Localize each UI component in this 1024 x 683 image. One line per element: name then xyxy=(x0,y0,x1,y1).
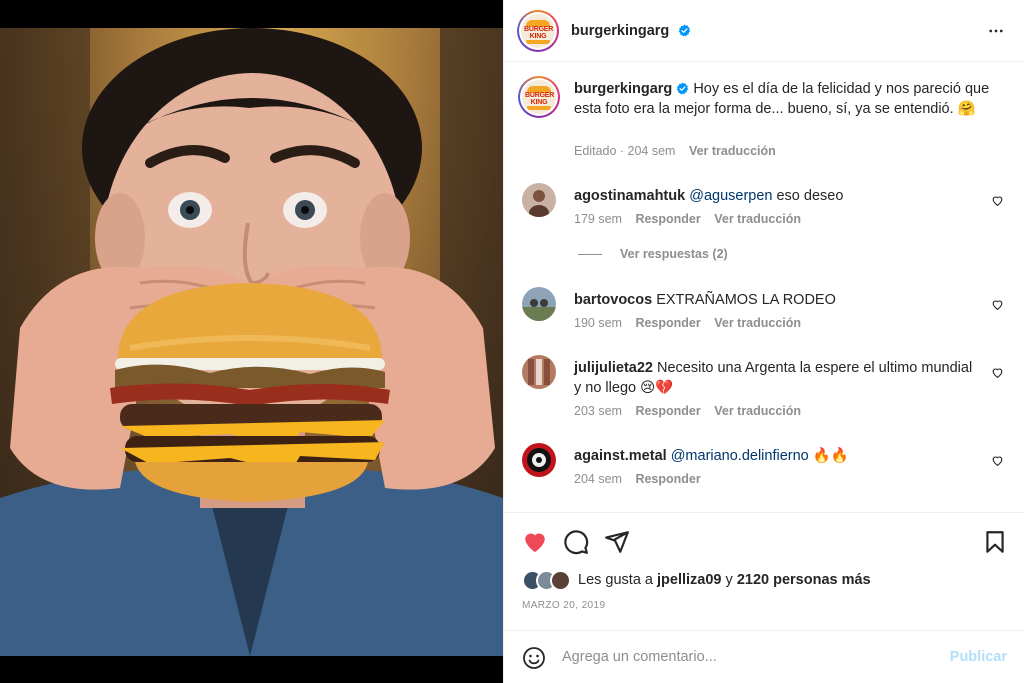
comment-meta: 204 sem Responder xyxy=(574,472,711,486)
photo-scene xyxy=(0,28,503,656)
caption-username[interactable]: burgerkingarg xyxy=(574,81,672,97)
comment-username[interactable]: against.metal xyxy=(574,448,667,464)
comment-item: julijulieta22 Necesito una Argenta la es… xyxy=(518,355,1018,420)
publish-button[interactable]: Publicar xyxy=(950,649,1007,665)
likes-text: Les gusta a jpelliza09 y 2120 personas m… xyxy=(578,572,871,588)
post-date[interactable]: MARZO 20, 2019 xyxy=(522,600,605,611)
paper-plane-icon[interactable] xyxy=(604,529,630,555)
caption-meta: Editado · 204 sem Ver traducción xyxy=(574,144,776,158)
comment-translate-link[interactable]: Ver traducción xyxy=(714,316,801,330)
comment-age[interactable]: 179 sem xyxy=(574,212,622,226)
replies-divider xyxy=(578,254,602,256)
caption-text-block: burgerkingarg Hoy es el día de la felici… xyxy=(574,80,994,119)
caption-edited: Editado xyxy=(574,144,617,158)
comment-body: julijulieta22 Necesito una Argenta la es… xyxy=(574,359,974,398)
caption-age[interactable]: 204 sem xyxy=(628,144,676,158)
comment-text: eso deseo xyxy=(772,188,844,204)
comment-age[interactable]: 204 sem xyxy=(574,472,622,486)
view-replies-label: Ver respuestas (2) xyxy=(620,247,728,261)
comment-reply-button[interactable]: Responder xyxy=(635,316,700,330)
comment-input[interactable] xyxy=(562,645,932,669)
post-header: BURGER KING burgerkingarg xyxy=(504,0,1024,62)
comment-body: against.metal @mariano.delinfierno 🔥🔥 xyxy=(574,447,974,467)
comment-item: bartovocos EXTRAÑAMOS LA RODEO 190 sem R… xyxy=(518,287,1018,337)
caption-author-avatar[interactable]: BURGER KING xyxy=(518,76,560,118)
comment-username[interactable]: bartovocos xyxy=(574,292,652,308)
comment-item: against.metal @mariano.delinfierno 🔥🔥 20… xyxy=(518,443,1018,493)
liker-avatar xyxy=(550,570,571,591)
view-replies-button[interactable]: Ver respuestas (2) xyxy=(578,247,728,261)
comment-username[interactable]: julijulieta22 xyxy=(574,360,653,376)
emoji-smile-icon[interactable] xyxy=(522,646,546,670)
comment-mention[interactable]: @mariano.delinfierno xyxy=(671,448,809,464)
comment-avatar[interactable] xyxy=(522,443,556,477)
author-username[interactable]: burgerkingarg xyxy=(571,23,669,39)
heart-outline-icon[interactable] xyxy=(991,298,1004,311)
comment-mention[interactable]: @aguserpen xyxy=(689,188,772,204)
comment-avatar[interactable] xyxy=(522,287,556,321)
comment-meta: 179 sem Responder Ver traducción xyxy=(574,212,811,226)
comment-item: agostinamahtuk @aguserpen eso deseo 179 … xyxy=(518,183,1018,233)
comment-meta: 190 sem Responder Ver traducción xyxy=(574,316,811,330)
man-eating-burger-illustration xyxy=(0,28,503,656)
verified-badge-icon xyxy=(677,82,689,95)
comment-meta: 203 sem Responder Ver traducción xyxy=(574,404,811,418)
post-photo[interactable] xyxy=(0,0,503,683)
caption-translate-link[interactable]: Ver traducción xyxy=(689,144,776,158)
comment-age[interactable]: 190 sem xyxy=(574,316,622,330)
comment-reply-button[interactable]: Responder xyxy=(635,212,700,226)
likers-avatars xyxy=(522,570,576,592)
heart-outline-icon[interactable] xyxy=(991,194,1004,207)
likes-mid: y xyxy=(725,572,733,588)
comment-body: bartovocos EXTRAÑAMOS LA RODEO xyxy=(574,291,974,311)
post-actions: Les gusta a jpelliza09 y 2120 personas m… xyxy=(504,512,1024,630)
comment-bubble-icon[interactable] xyxy=(563,529,589,555)
likes-prefix: Les gusta a xyxy=(578,572,653,588)
comment-reply-button[interactable]: Responder xyxy=(635,472,700,486)
more-horizontal-icon[interactable] xyxy=(987,22,1005,40)
header-author: burgerkingarg xyxy=(571,22,691,40)
post-panel: BURGER KING burgerkingarg BURGER KING bu… xyxy=(503,0,1024,683)
comment-composer: Publicar xyxy=(504,630,1024,683)
comment-text: 🔥🔥 xyxy=(808,448,849,464)
burger-king-logo: BURGER KING xyxy=(522,80,556,114)
comment-translate-link[interactable]: Ver traducción xyxy=(714,212,801,226)
likes-count[interactable]: 2120 personas más xyxy=(737,572,871,588)
post-caption: BURGER KING burgerkingarg Hoy es el día … xyxy=(518,76,1008,166)
comment-reply-button[interactable]: Responder xyxy=(635,404,700,418)
burger-king-logo: BURGER KING xyxy=(521,14,555,48)
heart-filled-icon[interactable] xyxy=(522,529,548,555)
comment-translate-link[interactable]: Ver traducción xyxy=(714,404,801,418)
comment-text: EXTRAÑAMOS LA RODEO xyxy=(656,292,836,308)
heart-outline-icon[interactable] xyxy=(991,366,1004,379)
comment-avatar[interactable] xyxy=(522,183,556,217)
likes-first-user[interactable]: jpelliza09 xyxy=(657,572,721,588)
verified-badge-icon xyxy=(678,24,690,37)
comment-age[interactable]: 203 sem xyxy=(574,404,622,418)
heart-outline-icon[interactable] xyxy=(991,454,1004,467)
comment-body: agostinamahtuk @aguserpen eso deseo xyxy=(574,187,974,207)
bookmark-icon[interactable] xyxy=(982,529,1008,555)
author-avatar[interactable]: BURGER KING xyxy=(517,10,559,52)
comment-username[interactable]: agostinamahtuk xyxy=(574,188,685,204)
comment-avatar[interactable] xyxy=(522,355,556,389)
